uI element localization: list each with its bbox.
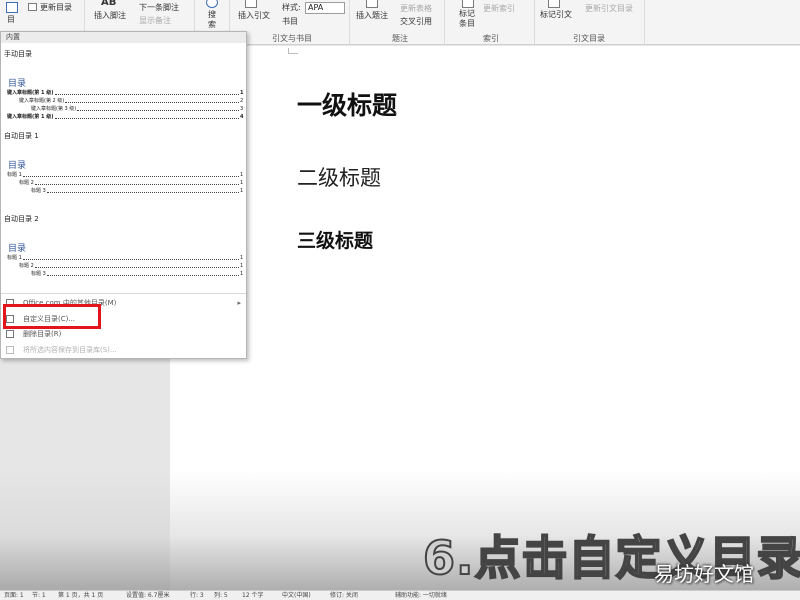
status-page[interactable]: 页面: 1 [4, 591, 24, 600]
toc-preview-line: 标题 21 [19, 180, 244, 186]
update-authorities-button[interactable]: 更新引文目录 [585, 4, 633, 14]
search-icon [206, 0, 218, 8]
toc-preview-line: 键入章标题(第 3 级) 3 [31, 106, 244, 112]
status-position[interactable]: 设置值: 6.7厘米 [126, 591, 169, 600]
group-label-index: 索引 [483, 34, 499, 43]
toc-button-label: 目 [7, 15, 15, 24]
group-label-captions: 题注 [392, 34, 408, 43]
status-track-changes[interactable]: 修订: 关闭 [330, 591, 358, 600]
show-notes-button[interactable]: 显示备注 [139, 16, 171, 26]
mark-citation-button[interactable]: 标记引文 [540, 10, 572, 20]
toc-preview-line: 标题 31 [31, 271, 244, 277]
group-label-citations: 引文与书目 [272, 34, 312, 43]
style-select[interactable]: APA [305, 2, 345, 14]
group-label-authorities: 引文目录 [573, 34, 605, 43]
watermark-text: 易坊好文馆 [654, 562, 754, 586]
search-button[interactable]: 搜 索 [208, 10, 216, 30]
heading-level-2[interactable]: 二级标题 [297, 162, 381, 192]
toc-preview-line: 标题 31 [31, 188, 244, 194]
remove-icon [6, 330, 14, 338]
insert-caption-button[interactable]: 插入题注 [356, 11, 388, 21]
ab-icon: AB [101, 0, 117, 8]
mark-entry-icon [462, 0, 474, 8]
builtin-section-header: 内置 [1, 32, 246, 43]
next-footnote-button[interactable]: 下一条脚注 [139, 3, 179, 13]
auto-toc-1-label: 自动目录 1 [4, 132, 39, 140]
toc-preview-line: 标题 11 [7, 255, 244, 261]
toc-preview-heading: 目录 [8, 79, 27, 89]
menu-separator [1, 293, 246, 294]
insert-citation-button[interactable]: 插入引文 [238, 11, 270, 21]
heading-level-1[interactable]: 一级标题 [297, 86, 397, 122]
insert-footnote-button[interactable]: 插入脚注 [94, 11, 126, 21]
submenu-arrow-icon: ▸ [237, 299, 241, 307]
status-word-count[interactable]: 12 个字 [242, 591, 264, 600]
ribbon-group-index: 标记 条目 更新索引 索引 [445, 0, 535, 45]
toc-preview-line: 标题 21 [19, 263, 244, 269]
toc-preview-line: 键入章标题(第 1 级) 4 [7, 114, 244, 120]
update-index-button[interactable]: 更新索引 [483, 4, 515, 14]
update-toc-icon [28, 3, 37, 11]
update-table-button[interactable]: 更新表格 [400, 4, 432, 14]
status-column[interactable]: 列: 5 [214, 591, 228, 600]
status-language[interactable]: 中文(中国) [282, 591, 311, 600]
remove-toc-menu-item[interactable]: 删除目录(R) [1, 327, 246, 341]
ribbon-group-captions: 插入题注 更新表格 交叉引用 题注 [350, 0, 445, 45]
toc-icon[interactable] [6, 2, 18, 13]
style-label: 样式: [282, 3, 301, 12]
status-accessibility[interactable]: 辅助功能: 一切就绪 [395, 591, 447, 600]
custom-toc-highlight-box [3, 304, 101, 329]
status-bar: 页面: 1 节: 1 第 1 页，共 1 页 设置值: 6.7厘米 行: 3 列… [0, 590, 800, 600]
toc-preview-line: 键入章标题(第 1 级) 1 [7, 90, 244, 96]
toc-preview-heading: 目录 [8, 161, 27, 171]
page-corner-mark [288, 48, 298, 54]
insert-caption-icon [366, 0, 378, 8]
toc-preview-heading: 目录 [8, 244, 27, 254]
status-section[interactable]: 节: 1 [32, 591, 46, 600]
update-toc-button[interactable]: 更新目录 [40, 3, 72, 13]
bibliography-button[interactable]: 书目 [282, 17, 298, 27]
insert-citation-icon [245, 0, 257, 8]
manual-toc-label: 手动目录 [4, 50, 32, 58]
save-to-gallery-menu-item[interactable]: 将所选内容保存到目录库(S)... [1, 343, 246, 357]
cross-reference-button[interactable]: 交叉引用 [400, 17, 432, 27]
status-page-of[interactable]: 第 1 页，共 1 页 [58, 591, 103, 600]
mark-entry-button[interactable]: 标记 条目 [459, 9, 475, 29]
toc-preview-line: 标题 11 [7, 172, 244, 178]
ribbon-group-authorities: 标记引文 更新引文目录 引文目录 [535, 0, 645, 45]
auto-toc-2-label: 自动目录 2 [4, 215, 39, 223]
mark-citation-icon [548, 0, 560, 8]
toc-preview-line: 键入章标题(第 2 级) 2 [19, 98, 244, 104]
heading-level-3[interactable]: 三级标题 [297, 226, 373, 253]
save-gallery-icon [6, 346, 14, 354]
status-line[interactable]: 行: 3 [190, 591, 204, 600]
